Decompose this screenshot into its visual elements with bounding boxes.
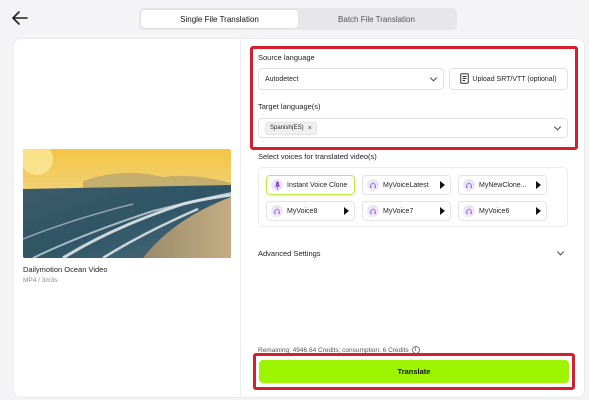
microphone-icon <box>271 179 283 191</box>
voice-name: Instant Voice Clone <box>287 181 348 189</box>
source-language-label: Source language <box>258 53 315 62</box>
source-language-value: Autodetect <box>265 75 299 83</box>
voice-option-myvoicelatest[interactable]: MyVoiceLatest <box>362 175 451 195</box>
target-language-label: Target language(s) <box>258 102 321 111</box>
chevron-down-icon <box>556 248 565 256</box>
source-language-select[interactable]: Autodetect <box>258 68 444 90</box>
credits-text: Remaining: 4946.64 Credits; consumption:… <box>258 346 409 354</box>
voice-avatar-icon <box>367 205 379 217</box>
video-thumbnail <box>23 149 231 258</box>
voice-option-myvoice7[interactable]: MyVoice7 <box>362 201 451 221</box>
back-arrow-icon[interactable] <box>11 10 29 26</box>
panel-divider <box>240 38 241 396</box>
voice-avatar-icon <box>367 179 379 191</box>
voice-avatar-icon <box>463 205 475 217</box>
voice-name: MyVoice7 <box>383 207 414 215</box>
video-title: Dailymotion Ocean Video <box>23 265 108 274</box>
upload-srt-button[interactable]: Upload SRT/VTT (optional) <box>449 68 568 90</box>
chevron-down-icon <box>429 74 438 82</box>
info-icon[interactable]: i <box>411 346 420 354</box>
voice-name: MyNewClone... <box>479 181 527 189</box>
document-icon <box>460 72 470 86</box>
tab-single-file[interactable]: Single File Translation <box>141 10 298 28</box>
play-icon[interactable] <box>440 181 445 189</box>
voice-name: MyVoiceLatest <box>383 181 429 189</box>
translation-mode-tabs: Single File Translation Batch File Trans… <box>139 8 457 30</box>
voice-avatar-icon <box>463 179 475 191</box>
voice-option-myvoice6[interactable]: MyVoice6 <box>458 201 547 221</box>
tab-batch-file[interactable]: Batch File Translation <box>298 10 455 28</box>
voice-avatar-icon <box>271 205 283 217</box>
play-icon[interactable] <box>440 207 445 215</box>
remove-chip-icon[interactable]: × <box>308 125 312 132</box>
voice-name: MyVoice6 <box>479 207 510 215</box>
language-chip: Spanish(ES) × <box>265 121 317 135</box>
voice-option-mynewclone[interactable]: MyNewClone... <box>458 175 547 195</box>
voice-name: MyVoice8 <box>287 207 318 215</box>
target-language-select[interactable]: Spanish(ES) × <box>258 118 568 138</box>
voice-option-instant-clone[interactable]: Instant Voice Clone <box>266 175 355 195</box>
chevron-down-icon <box>553 123 562 131</box>
play-icon[interactable] <box>536 207 541 215</box>
video-meta: MP4 / 3m3s <box>23 277 58 284</box>
advanced-settings-toggle[interactable]: Advanced Settings <box>258 246 570 260</box>
translate-button[interactable]: Translate <box>259 360 569 383</box>
advanced-settings-label: Advanced Settings <box>258 248 321 258</box>
voices-label: Select voices for translated video(s) <box>258 152 377 161</box>
play-icon[interactable] <box>344 207 349 215</box>
voice-option-myvoice8[interactable]: MyVoice8 <box>266 201 355 221</box>
upload-srt-label: Upload SRT/VTT (optional) <box>472 75 557 83</box>
play-icon[interactable] <box>536 181 541 189</box>
language-chip-label: Spanish(ES) <box>270 125 304 131</box>
credits-info: Remaining: 4946.64 Credits; consumption:… <box>258 346 420 354</box>
